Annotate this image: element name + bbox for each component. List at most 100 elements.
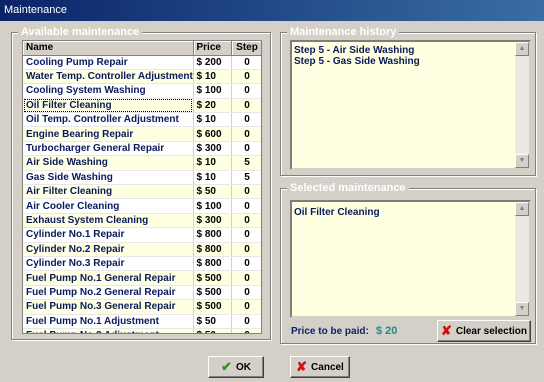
row-step: 0 [231,227,261,243]
row-name: Fuel Pump No.2 Adjustment [23,328,194,333]
scroll-up-icon[interactable]: ▲ [515,202,529,216]
row-name: Engine Bearing Repair [23,126,194,142]
window-titlebar: Maintenance [0,0,544,21]
row-step: 0 [231,270,261,286]
row-step: 0 [231,98,261,114]
row-step: 0 [231,314,261,329]
selected-scrollbar[interactable]: ▲ ▼ [515,202,529,316]
column-header-name[interactable]: Name [23,41,194,56]
row-step: 0 [231,198,261,214]
selected-line: Oil Filter Cleaning [294,207,380,218]
table-row[interactable]: Exhaust System Cleaning $ 300 0 [23,213,261,229]
ok-button[interactable]: ✔ OK [208,356,264,378]
row-price: $ 100 [193,83,232,99]
history-line: Step 5 - Gas Side Washing [294,56,420,67]
row-step: 0 [231,112,261,128]
price-label: Price to be paid: [291,326,369,337]
cancel-button[interactable]: ✘ Cancel [290,356,350,378]
table-row[interactable]: Oil Filter Cleaning $ 20 0 [23,98,261,114]
row-name: Cylinder No.2 Repair [23,242,194,257]
row-name: Fuel Pump No.2 General Repair [23,285,194,301]
row-step: 0 [231,328,261,333]
table-row[interactable]: Air Side Washing $ 10 5 [23,155,261,171]
row-price: $ 100 [193,198,232,214]
row-name: Fuel Pump No.1 Adjustment [23,314,194,329]
row-price: $ 10 [193,170,232,186]
row-step: 0 [231,256,261,272]
table-row[interactable]: Cooling System Washing $ 100 0 [23,83,261,99]
clear-selection-label: Clear selection [455,325,528,337]
row-step: 0 [231,184,261,200]
table-row[interactable]: Fuel Pump No.2 General Repair $ 500 0 [23,285,261,301]
checkmark-icon: ✔ [221,359,232,374]
row-price: $ 10 [193,155,232,171]
row-name: Air Cooler Cleaning [23,198,194,214]
row-name: Cylinder No.1 Repair [23,227,194,243]
row-step: 0 [231,285,261,301]
ok-label: OK [235,361,251,373]
row-name: Air Filter Cleaning [23,184,194,200]
column-header-price[interactable]: Price [193,41,232,56]
table-row[interactable]: Water Temp. Controller Adjustment $ 10 0 [23,69,261,85]
table-row[interactable]: Fuel Pump No.3 General Repair $ 500 0 [23,299,261,315]
row-price: $ 50 [193,328,232,333]
row-name: Gas Side Washing [23,170,194,186]
maintenance-table[interactable]: Name Price Step Cooling Pump Repair $ 200… [22,40,262,334]
row-step: 0 [231,242,261,257]
x-icon: ✘ [440,323,452,338]
row-name: Oil Filter Cleaning [23,98,194,114]
scroll-down-icon[interactable]: ▼ [515,154,529,168]
table-row[interactable]: Fuel Pump No.1 Adjustment $ 50 0 [23,314,261,329]
table-row[interactable]: Cylinder No.1 Repair $ 800 0 [23,227,261,243]
row-name: Water Temp. Controller Adjustment [23,69,194,85]
table-row[interactable]: Air Cooler Cleaning $ 100 0 [23,198,261,214]
table-row[interactable]: Cylinder No.3 Repair $ 800 0 [23,256,261,272]
row-name: Turbocharger General Repair [23,141,194,157]
row-price: $ 500 [193,270,232,286]
row-price: $ 50 [193,314,232,329]
table-row[interactable]: Turbocharger General Repair $ 300 0 [23,141,261,157]
row-price: $ 800 [193,256,232,272]
row-name: Cooling System Washing [23,83,194,99]
clear-selection-button[interactable]: ✘ Clear selection [437,320,531,342]
table-row[interactable]: Fuel Pump No.2 Adjustment$ 500 [23,328,261,333]
row-step: 0 [231,299,261,315]
table-header-row: Name Price Step [23,41,261,56]
row-price: $ 800 [193,227,232,243]
table-row[interactable]: Cooling Pump Repair $ 200 0 [23,55,261,70]
table-row[interactable]: Oil Temp. Controller Adjustment $ 10 0 [23,112,261,128]
row-name: Air Side Washing [23,155,194,171]
table-row[interactable]: Gas Side Washing $ 10 5 [23,170,261,186]
row-price: $ 50 [193,184,232,200]
row-price: $ 800 [193,242,232,257]
column-header-step[interactable]: Step [231,41,261,56]
maintenance-history-box[interactable]: Step 5 - Air Side Washing Step 5 - Gas S… [290,40,531,170]
scroll-down-icon[interactable]: ▼ [515,302,529,316]
table-row[interactable]: Engine Bearing Repair $ 600 0 [23,126,261,142]
row-price: $ 20 [193,98,232,114]
history-line: Step 5 - Air Side Washing [294,45,415,56]
cancel-label: Cancel [311,361,344,373]
row-name: Fuel Pump No.3 General Repair [23,299,194,315]
history-scrollbar[interactable]: ▲ ▼ [515,42,529,168]
row-step: 5 [231,170,261,186]
table-row[interactable]: Cylinder No.2 Repair $ 800 0 [23,242,261,257]
row-name: Exhaust System Cleaning [23,213,194,229]
table-row[interactable]: Air Filter Cleaning $ 50 0 [23,184,261,200]
row-step: 0 [231,126,261,142]
row-price: $ 10 [193,69,232,85]
row-price: $ 500 [193,285,232,301]
available-maintenance-title: Available maintenance [18,25,143,39]
row-price: $ 300 [193,141,232,157]
row-step: 0 [231,141,261,157]
row-price: $ 600 [193,126,232,142]
scroll-up-icon[interactable]: ▲ [515,42,529,56]
selected-maintenance-box[interactable]: Oil Filter Cleaning ▲ ▼ [290,200,531,318]
row-name: Cooling Pump Repair [23,55,194,70]
row-step: 5 [231,155,261,171]
table-row[interactable]: Fuel Pump No.1 General Repair $ 500 0 [23,270,261,286]
row-step: 0 [231,83,261,99]
price-value: $ 20 [376,325,398,337]
row-step: 0 [231,55,261,70]
x-icon: ✘ [296,359,308,374]
